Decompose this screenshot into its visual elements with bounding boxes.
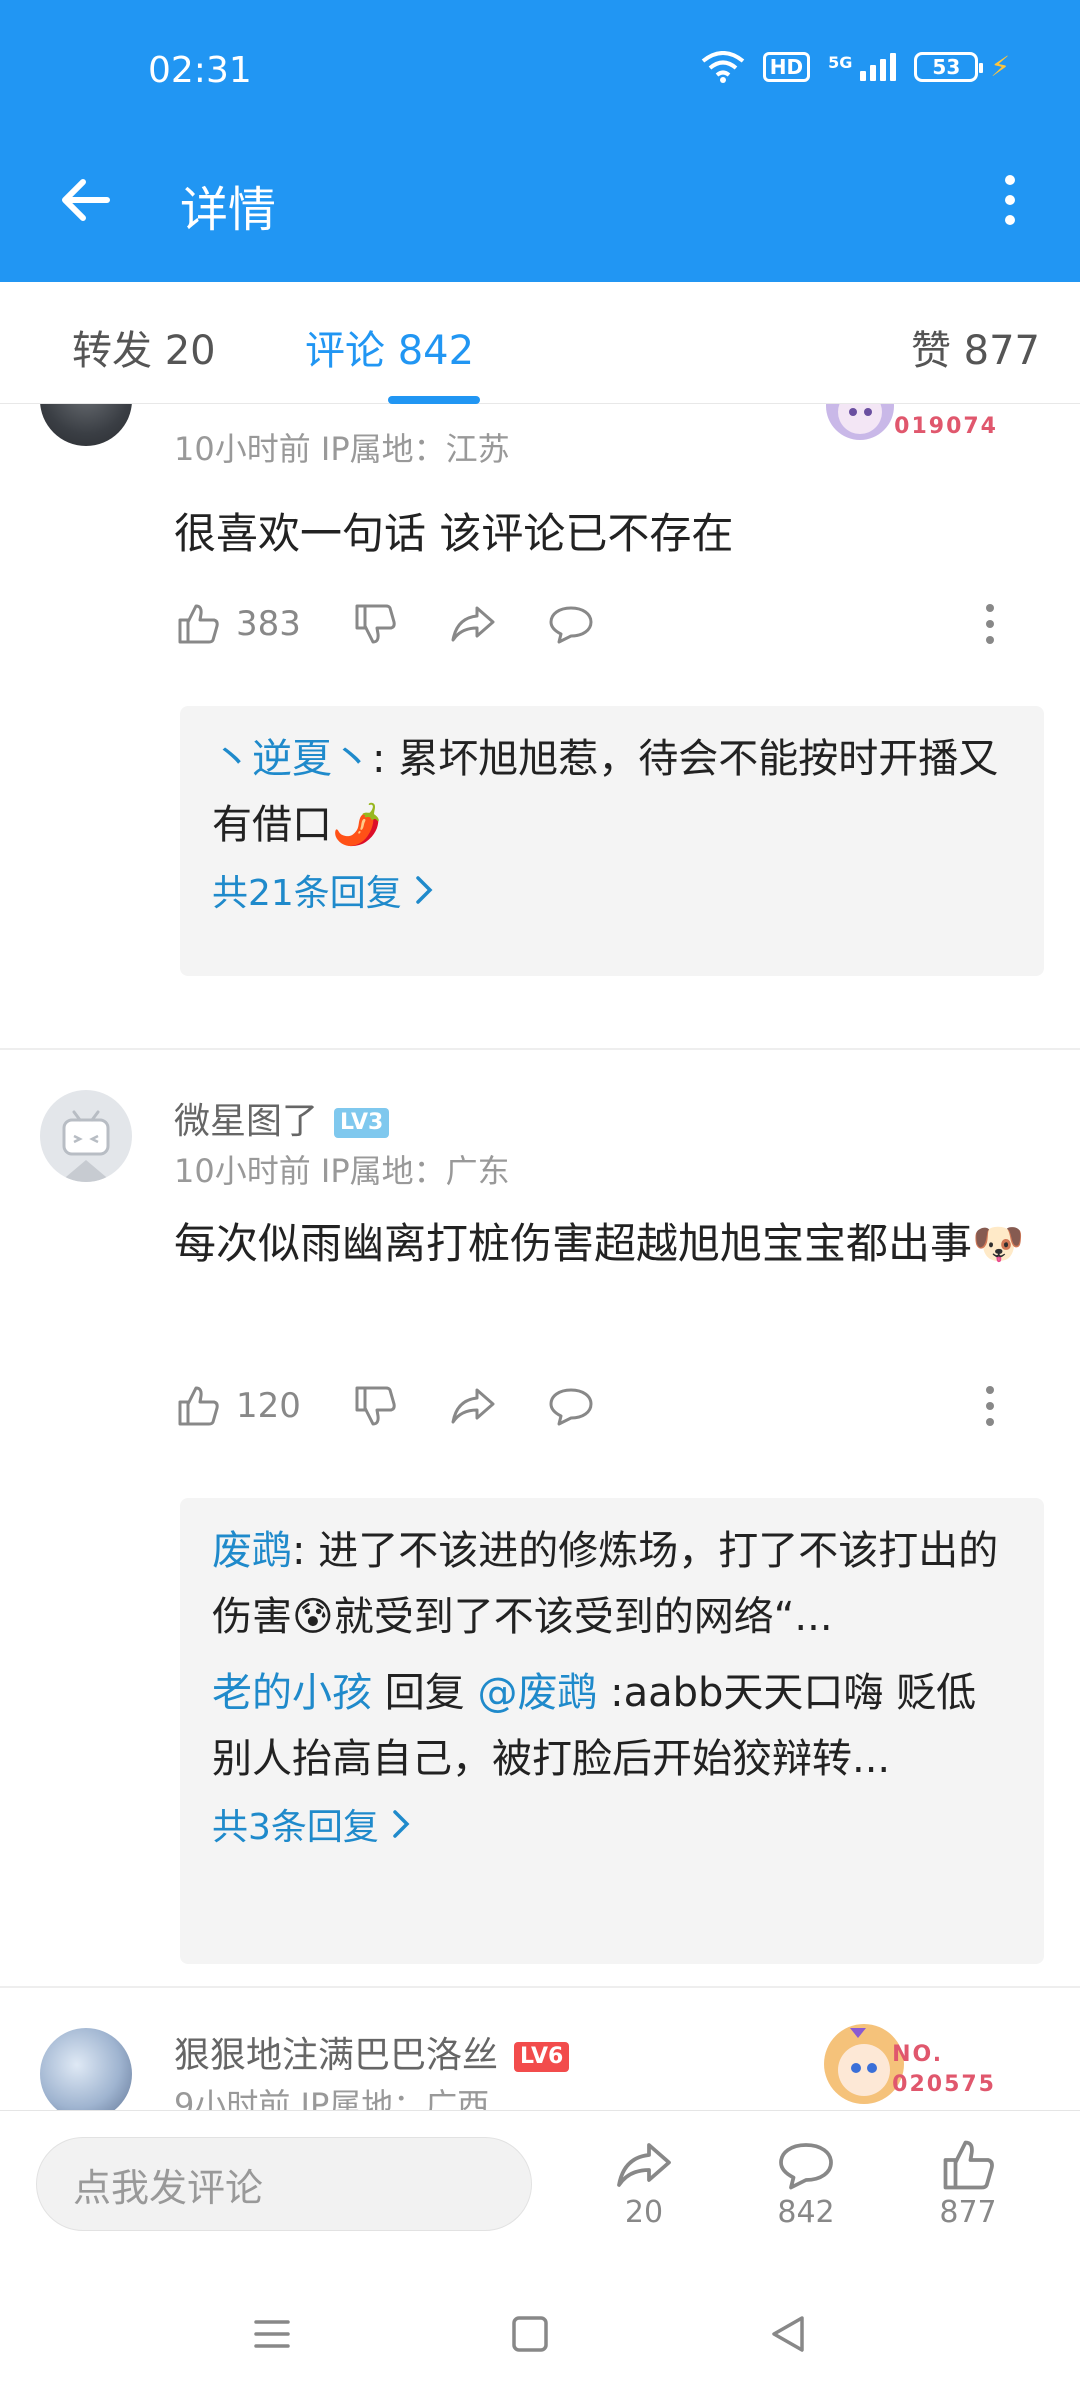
hd-icon: HD bbox=[762, 51, 811, 82]
status-icons: HD 5G 53 ⚡ bbox=[701, 50, 1010, 83]
comment-more-button[interactable] bbox=[986, 594, 994, 654]
thumbs-up-icon bbox=[178, 1386, 219, 1426]
status-time: 02:31 bbox=[148, 50, 252, 91]
tab-indicator bbox=[388, 396, 480, 404]
level-badge: LV3 bbox=[334, 1108, 390, 1138]
back-button[interactable] bbox=[50, 165, 120, 235]
fan-badge-number: 019074 bbox=[894, 414, 998, 439]
thumbs-down-icon bbox=[355, 1386, 396, 1426]
comment-username[interactable]: 微星图了 LV3 bbox=[174, 1092, 390, 1144]
comment-item: 10小时前 IP属地：江苏 019074 很喜欢一句话 该评论已不存在 383 bbox=[0, 404, 1080, 1048]
share-icon bbox=[451, 1388, 495, 1424]
arrow-left-icon bbox=[62, 179, 110, 221]
share-icon bbox=[451, 606, 495, 642]
level-badge: LV6 bbox=[514, 2042, 570, 2072]
repost-count: 20 bbox=[624, 2195, 664, 2230]
reply-username[interactable]: 丶逆夏丶 bbox=[212, 736, 372, 782]
comment-actions: 120 bbox=[174, 1376, 1034, 1436]
menu-icon[interactable] bbox=[248, 2310, 296, 2358]
chevron-right-icon bbox=[416, 876, 433, 904]
home-square-icon[interactable] bbox=[506, 2310, 554, 2358]
reply-item: 老的小孩 回复 @废鹉 :aabb天天口嗨 贬低别人抬高自己，被打脸后开始狡辩转… bbox=[212, 1660, 1012, 1792]
reply-separator: : bbox=[372, 736, 399, 782]
thumbs-down-icon bbox=[355, 604, 396, 644]
fan-badge-value: 020575 bbox=[892, 2072, 996, 2097]
reply-username[interactable]: 废鹉 bbox=[212, 1528, 292, 1574]
tab-bar: 转发 20 评论 842 赞 877 bbox=[0, 282, 1080, 404]
dislike-button[interactable] bbox=[351, 600, 399, 648]
view-more-replies[interactable]: 共3条回复 bbox=[212, 1798, 1012, 1850]
reply-item: 丶逆夏丶: 累坏旭旭惹，待会不能按时开播又有借口🌶️ bbox=[212, 726, 1012, 858]
comment-text: 每次似雨幽离打桩伤害超越旭旭宝宝都出事🐶 bbox=[174, 1219, 1025, 1268]
comment-input[interactable]: 点我发评论 bbox=[36, 2137, 532, 2231]
reply-separator: : bbox=[292, 1528, 319, 1574]
battery-icon: 53 bbox=[914, 51, 984, 82]
like-post-count: 877 bbox=[939, 2195, 997, 2230]
avatar[interactable] bbox=[40, 404, 132, 446]
dislike-button[interactable] bbox=[351, 1382, 399, 1430]
comment-meta: 10小时前 IP属地：江苏 bbox=[174, 430, 510, 468]
reply-button[interactable] bbox=[547, 600, 595, 648]
reply-preview[interactable]: 丶逆夏丶: 累坏旭旭惹，待会不能按时开播又有借口🌶️ 共21条回复 bbox=[180, 706, 1044, 976]
comment-more-button[interactable] bbox=[986, 1376, 994, 1436]
repost-button[interactable]: 20 bbox=[584, 2135, 704, 2230]
tab-like[interactable]: 赞 877 bbox=[911, 318, 1040, 376]
comment-button[interactable]: 842 bbox=[746, 2135, 866, 2230]
thumbs-up-icon bbox=[178, 604, 219, 644]
reply-button[interactable] bbox=[547, 1382, 595, 1430]
comment-count: 842 bbox=[777, 2195, 835, 2230]
like-button[interactable]: 383 bbox=[174, 600, 301, 648]
comment-text: 很喜欢一句话 该评论已不存在 bbox=[174, 509, 734, 558]
share-icon bbox=[617, 2143, 671, 2187]
system-nav-bar bbox=[0, 2260, 1080, 2400]
like-count: 120 bbox=[236, 1386, 301, 1426]
like-button[interactable]: 120 bbox=[174, 1382, 301, 1430]
signal-icon: 5G bbox=[828, 52, 897, 81]
thumbs-up-icon bbox=[943, 2140, 994, 2190]
back-triangle-icon[interactable] bbox=[764, 2310, 812, 2358]
reply-item: 废鹉: 进了不该进的修炼场，打了不该打出的伤害😰就受到了不该受到的网络“... bbox=[212, 1518, 1012, 1650]
app-header: 02:31 HD 5G 53 ⚡ 详情 bbox=[0, 0, 1080, 282]
view-more-replies[interactable]: 共21条回复 bbox=[212, 864, 1012, 916]
more-replies-label: 共3条回复 bbox=[212, 1807, 379, 1848]
chevron-right-icon bbox=[393, 1810, 410, 1838]
comment-bubble-icon bbox=[549, 1388, 593, 1426]
avatar[interactable] bbox=[40, 1090, 132, 1182]
comment-list[interactable]: 10小时前 IP属地：江苏 019074 很喜欢一句话 该评论已不存在 383 bbox=[0, 404, 1080, 2110]
reply-username[interactable]: 老的小孩 bbox=[212, 1670, 372, 1716]
more-replies-label: 共21条回复 bbox=[212, 873, 402, 914]
like-post-button[interactable]: 877 bbox=[908, 2135, 1028, 2230]
like-count: 383 bbox=[236, 604, 301, 644]
username-text: 微星图了 bbox=[174, 1101, 319, 1142]
reply-preview[interactable]: 废鹉: 进了不该进的修炼场，打了不该打出的伤害😰就受到了不该受到的网络“... … bbox=[180, 1498, 1044, 1964]
battery-level: 53 bbox=[932, 54, 961, 79]
wifi-icon bbox=[701, 50, 744, 83]
comment-username[interactable]: 狠狠地注满巴巴洛丝 LV6 bbox=[174, 2026, 570, 2078]
more-options-button[interactable] bbox=[980, 165, 1040, 235]
username-text: 狠狠地注满巴巴洛丝 bbox=[174, 2035, 499, 2076]
reply-text: 进了不该进的修炼场，打了不该打出的伤害😰就受到了不该受到的网络“... bbox=[212, 1528, 999, 1640]
tab-repost[interactable]: 转发 20 bbox=[72, 318, 216, 376]
charging-icon: ⚡ bbox=[990, 50, 1010, 83]
share-button[interactable] bbox=[449, 600, 497, 648]
reply-target-username[interactable]: @废鹉 bbox=[477, 1670, 597, 1716]
reply-to-label: 回复 bbox=[372, 1670, 478, 1716]
comment-item: 狠狠地注满巴巴洛丝 LV6 9小时前 IP属地：广西 NO. 020575 bbox=[0, 1988, 1080, 2110]
page-title: 详情 bbox=[180, 182, 277, 238]
comment-bubble-icon bbox=[549, 606, 593, 644]
bottom-action-bar: 点我发评论 20 842 877 bbox=[0, 2110, 1080, 2260]
share-button[interactable] bbox=[449, 1382, 497, 1430]
comment-item: 微星图了 LV3 10小时前 IP属地：广东 每次似雨幽离打桩伤害超越旭旭宝宝都出… bbox=[0, 1050, 1080, 1990]
tab-comment[interactable]: 评论 842 bbox=[305, 318, 474, 376]
avatar[interactable] bbox=[40, 2028, 132, 2110]
comment-meta: 10小时前 IP属地：广东 bbox=[174, 1152, 510, 1190]
fan-badge-label: NO. bbox=[892, 2042, 944, 2067]
fan-badge-number: NO. 020575 bbox=[892, 2040, 996, 2100]
comment-actions: 383 bbox=[174, 594, 1034, 654]
comment-meta: 9小时前 IP属地：广西 bbox=[174, 2086, 490, 2110]
comment-bubble-icon bbox=[779, 2143, 833, 2190]
network-type: 5G bbox=[828, 52, 853, 72]
